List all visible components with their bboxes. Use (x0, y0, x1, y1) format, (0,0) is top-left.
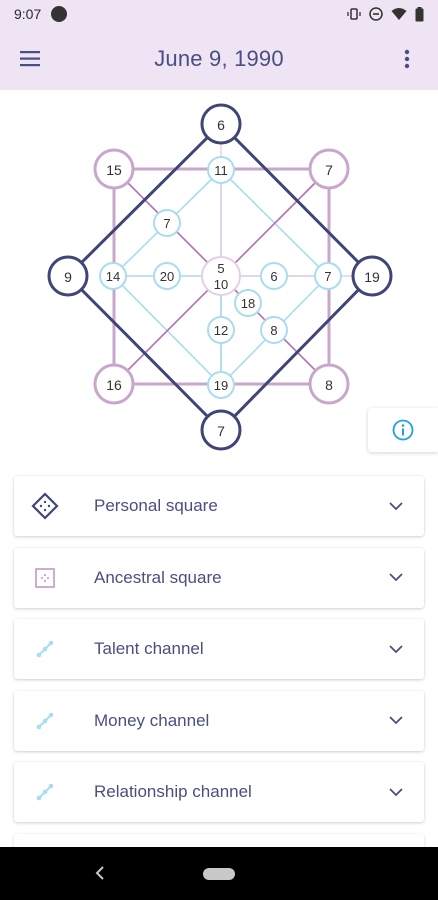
node-inner-right-label: 7 (324, 269, 331, 284)
card-label: Money channel (94, 710, 210, 730)
hamburger-menu-icon (20, 51, 40, 67)
card-relationship-channel[interactable]: Relationship channel (14, 762, 424, 822)
home-button[interactable] (203, 867, 235, 880)
node-center-top-label: 5 (217, 261, 224, 276)
do-not-disturb-icon (369, 7, 383, 21)
channel-icon (14, 691, 76, 751)
info-button[interactable] (368, 408, 438, 452)
node-bottom-left-label: 16 (106, 377, 122, 393)
node-inner-left-label: 14 (106, 269, 120, 284)
card-label: Talent channel (94, 639, 204, 658)
card-ancestral-square[interactable]: Ancestral square (14, 547, 424, 608)
chevron-down-icon[interactable] (368, 548, 424, 608)
node-top-right[interactable]: 7 (308, 148, 350, 190)
node-bottom-left[interactable]: 16 (93, 363, 135, 405)
node-top-right-label: 7 (325, 162, 333, 178)
node-right-label: 19 (364, 269, 380, 285)
node-mid-left[interactable]: 20 (153, 262, 181, 290)
ancestral-square-icon (14, 548, 76, 608)
node-inner-left[interactable]: 14 (99, 262, 127, 290)
channel-icon (14, 762, 76, 822)
chevron-down-icon[interactable] (368, 476, 424, 536)
node-center[interactable]: 5 10 (201, 256, 241, 296)
node-upper-left-diag[interactable]: 7 (153, 209, 181, 237)
node-left-label: 9 (64, 269, 72, 285)
card-talent-channel[interactable]: Talent channel (14, 619, 424, 679)
node-bottom[interactable]: 7 (200, 409, 242, 451)
node-lower-right-diag[interactable]: 8 (260, 316, 288, 344)
page-title: June 9, 1990 (154, 46, 284, 71)
node-right[interactable]: 19 (351, 255, 393, 297)
section-list: Personal square Ancestral square Talent … (14, 476, 424, 864)
node-top-left[interactable]: 15 (93, 148, 135, 190)
node-inner-bottom-label: 19 (214, 378, 228, 393)
vibrate-icon (347, 8, 361, 20)
node-bottom-label: 7 (217, 423, 225, 439)
node-lower-center-a[interactable]: 18 (234, 289, 262, 317)
card-label: Relationship channel (94, 782, 252, 801)
personal-square-icon (14, 476, 76, 536)
chevron-down-icon[interactable] (368, 762, 424, 822)
status-bar: 9:07 (0, 0, 438, 28)
info-icon (392, 419, 414, 441)
back-arrow-icon (95, 866, 104, 880)
card-label: Personal square (94, 496, 218, 515)
node-bottom-right-label: 8 (325, 377, 333, 393)
battery-icon (415, 6, 424, 21)
node-lower-center-b[interactable]: 12 (207, 316, 235, 344)
menu-button[interactable] (0, 28, 62, 90)
app-notification-icon (51, 6, 68, 22)
node-inner-top-label: 11 (214, 163, 228, 178)
app-bar: June 9, 1990 (0, 28, 438, 90)
matrix-diagram-svg: 6 9 19 7 15 7 16 8 5 10 11 14 7 19 20 7 … (47, 103, 393, 451)
channel-icon (14, 619, 76, 679)
node-left[interactable]: 9 (47, 255, 89, 297)
matrix-diagram: 6 9 19 7 15 7 16 8 5 10 11 14 7 19 20 7 … (0, 90, 438, 460)
system-nav-bar (0, 847, 438, 900)
node-inner-bottom[interactable]: 19 (207, 371, 235, 399)
more-vert-icon (404, 49, 410, 69)
chevron-down-icon[interactable] (368, 619, 424, 679)
node-bottom-right[interactable]: 8 (308, 363, 350, 405)
node-right-of-center-label: 6 (270, 269, 277, 284)
node-inner-right[interactable]: 7 (314, 262, 342, 290)
node-top[interactable]: 6 (200, 103, 242, 145)
status-time: 9:07 (14, 6, 42, 22)
node-center-bottom-label: 10 (214, 277, 228, 292)
node-lower-center-b-label: 12 (214, 323, 228, 338)
chevron-down-icon[interactable] (368, 691, 424, 751)
back-button[interactable] (90, 861, 110, 885)
status-icons (347, 6, 424, 22)
node-right-of-center[interactable]: 6 (260, 262, 288, 290)
node-lower-right-diag-label: 8 (270, 323, 277, 338)
card-personal-square[interactable]: Personal square (14, 476, 424, 536)
node-lower-center-a-label: 18 (241, 296, 255, 311)
wifi-icon (391, 8, 407, 20)
card-label: Ancestral square (94, 567, 222, 587)
node-top-left-label: 15 (106, 162, 122, 178)
node-upper-left-diag-label: 7 (163, 216, 170, 231)
card-money-channel[interactable]: Money channel (14, 690, 424, 751)
node-mid-left-label: 20 (160, 269, 174, 284)
node-top-label: 6 (217, 117, 225, 133)
more-options-button[interactable] (376, 28, 438, 90)
node-inner-top[interactable]: 11 (207, 156, 235, 184)
